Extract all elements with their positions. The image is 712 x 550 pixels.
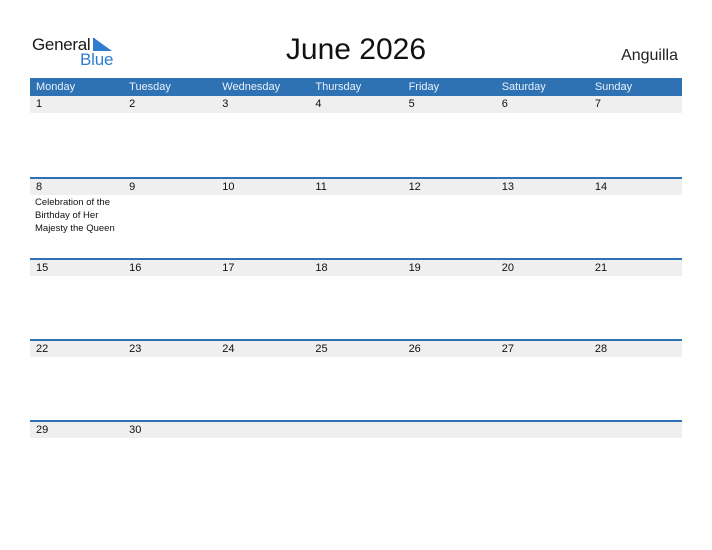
day-event (216, 195, 309, 235)
day-event (30, 276, 123, 277)
day-number: 21 (594, 262, 608, 274)
day-number: 19 (408, 262, 421, 274)
day-event (589, 113, 682, 114)
day-number: 7 (594, 98, 601, 110)
day-number-row: 1 2 3 4 5 6 7 (30, 96, 682, 113)
day-number: 2 (129, 98, 136, 110)
day-number: 26 (408, 343, 421, 355)
day-event (589, 276, 682, 277)
day-number: 18 (315, 262, 328, 274)
weekday-wednesday: Wednesday (222, 81, 281, 93)
day-number (589, 422, 682, 438)
week-row: 15 16 17 18 19 20 21 (30, 258, 682, 339)
day-event (496, 113, 589, 114)
day-number: 29 (36, 424, 49, 436)
day-number: 17 (222, 262, 235, 274)
day-event (496, 357, 589, 358)
day-number: 4 (315, 98, 322, 110)
day-event (403, 438, 496, 439)
day-number (309, 422, 402, 438)
events-row (30, 113, 682, 114)
day-number: 14 (594, 181, 608, 193)
day-number (403, 422, 496, 438)
day-event (589, 195, 682, 235)
week-row: 1 2 3 4 5 6 7 (30, 96, 682, 177)
weekday-saturday: Saturday (501, 81, 546, 93)
day-number: 5 (408, 98, 415, 110)
day-event (403, 276, 496, 277)
day-number: 30 (129, 424, 142, 436)
day-number: 23 (129, 343, 142, 355)
day-number: 24 (222, 343, 235, 355)
day-number: 25 (315, 343, 328, 355)
events-row (30, 438, 682, 439)
country-label: Anguilla (621, 47, 678, 64)
day-event (403, 195, 496, 235)
day-event (123, 438, 216, 439)
day-event: Celebration of the Birthday of Her Majes… (35, 197, 115, 234)
day-event (123, 276, 216, 277)
day-number: 12 (408, 181, 421, 193)
day-event (123, 195, 216, 235)
day-number-row: 8 9 10 11 12 13 14 (30, 179, 682, 195)
day-number: 6 (501, 98, 508, 110)
day-event (30, 113, 123, 114)
day-event (216, 438, 309, 439)
day-number: 13 (501, 181, 514, 193)
week-row: 8 9 10 11 12 13 14 Celebration of the Birthday … (30, 177, 682, 258)
day-event (589, 357, 682, 358)
day-number (496, 422, 589, 438)
day-number: 11 (315, 181, 327, 193)
day-number: 16 (129, 262, 142, 274)
day-number-row: 15 16 17 18 19 20 21 (30, 260, 682, 276)
week-row: 29 30 (30, 420, 682, 501)
weekday-friday: Friday (408, 81, 440, 93)
day-event (496, 438, 589, 439)
calendar-title: June 2026 (285, 33, 427, 66)
day-number: 27 (501, 343, 514, 355)
day-event (589, 438, 682, 439)
day-number: 28 (594, 343, 608, 355)
day-event (403, 113, 496, 114)
day-event (216, 276, 309, 277)
weeks-container: 1 2 3 4 5 6 7 8 9 10 11 12 13 14 Celebration of the Bi… (30, 96, 682, 501)
day-number: 1 (36, 98, 43, 110)
day-number: 3 (222, 98, 229, 110)
day-number: 10 (222, 181, 235, 193)
day-number: 9 (129, 181, 136, 193)
day-event (309, 438, 402, 439)
calendar-grid: Monday Tuesday Wednesday Thursday Friday… (30, 78, 682, 501)
events-row (30, 357, 682, 358)
day-number: 8 (36, 181, 43, 193)
day-event (216, 357, 309, 358)
day-number: 22 (36, 343, 49, 355)
weekday-sunday: Sunday (594, 81, 633, 93)
day-number (216, 422, 309, 438)
day-number-row: 22 23 24 25 26 27 28 (30, 341, 682, 357)
events-row (30, 276, 682, 277)
day-event (309, 357, 402, 358)
day-event (123, 357, 216, 358)
events-row: Celebration of the Birthday of Her Majes… (30, 195, 682, 235)
day-event (309, 276, 402, 277)
day-event (496, 195, 589, 235)
day-event (30, 357, 123, 358)
weekday-header: Monday Tuesday Wednesday Thursday Friday… (30, 78, 682, 96)
week-row: 22 23 24 25 26 27 28 (30, 339, 682, 420)
day-event (123, 113, 216, 114)
day-number-row: 29 30 (30, 422, 682, 438)
day-event (216, 113, 309, 114)
weekday-thursday: Thursday (315, 81, 362, 93)
day-number: 20 (501, 262, 514, 274)
day-event (309, 195, 402, 235)
weekday-monday: Monday (36, 81, 76, 93)
day-event (30, 438, 123, 439)
day-event (496, 276, 589, 277)
day-number: 15 (36, 262, 49, 274)
day-event (403, 357, 496, 358)
weekday-tuesday: Tuesday (129, 81, 171, 93)
day-event (309, 113, 402, 114)
